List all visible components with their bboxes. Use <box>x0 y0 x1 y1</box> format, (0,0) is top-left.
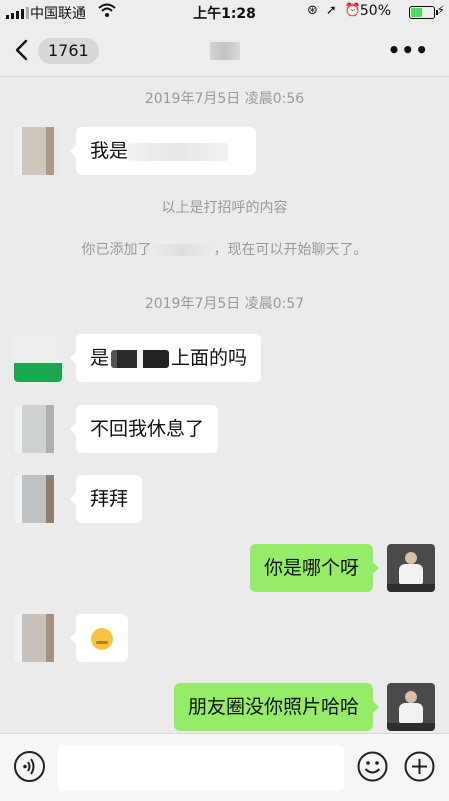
message-input[interactable] <box>58 745 344 791</box>
emoji-picker-icon[interactable] <box>357 751 388 782</box>
chat-header: 1761 ••• <box>0 24 449 77</box>
contact-name-redacted <box>210 42 240 60</box>
message-bubble-sent[interactable]: 你是哪个呀 <box>249 544 380 592</box>
contact-avatar[interactable] <box>14 334 62 382</box>
redacted-name <box>151 244 214 256</box>
message-text: 拜拜 <box>90 488 129 510</box>
status-icons: ⊛ ➚ ⏰ <box>307 3 361 18</box>
redacted-text <box>128 142 229 161</box>
more-options-icon[interactable]: ••• <box>388 38 429 62</box>
voice-input-icon[interactable] <box>14 751 45 782</box>
message-bubble[interactable]: 是 上面的吗 <box>69 334 262 382</box>
message-text: 不回我休息了 <box>90 418 205 440</box>
alarm-icon: ⏰ <box>344 3 361 18</box>
location-icon: ➚ <box>325 3 337 18</box>
back-icon[interactable] <box>12 38 34 62</box>
chat-area[interactable]: 2019年7月5日 凌晨0:56 我是 以上是打招呼的内容 你已添加了 ，现在可以… <box>0 77 449 733</box>
charging-icon: ⚡ <box>436 3 445 17</box>
smirk-emoji-icon <box>91 627 113 650</box>
message-text: 上面的吗 <box>171 347 248 369</box>
my-avatar[interactable] <box>387 683 435 731</box>
input-bar <box>0 733 449 801</box>
message-bubble[interactable]: 我是 <box>70 127 256 175</box>
message-bubble-sent[interactable]: 朋友圈没你照片哈哈 <box>173 683 380 731</box>
rotation-lock-icon: ⊛ <box>307 3 318 18</box>
message-text: 你是哪个呀 <box>263 557 359 579</box>
contact-avatar[interactable] <box>14 614 62 662</box>
timestamp: 2019年7月5日 凌晨0:57 <box>144 296 305 312</box>
system-notice: 你已添加了 ，现在可以开始聊天了。 <box>0 239 449 259</box>
system-notice-suffix: ，现在可以开始聊天了。 <box>213 242 368 258</box>
system-notice: 以上是打招呼的内容 <box>161 200 288 216</box>
unread-count-badge[interactable]: 1761 <box>38 38 99 64</box>
contact-avatar[interactable] <box>14 475 62 523</box>
battery-icon <box>409 6 438 19</box>
plus-icon[interactable] <box>404 751 435 782</box>
message-bubble[interactable]: 拜拜 <box>69 475 143 523</box>
timestamp: 2019年7月5日 凌晨0:56 <box>144 91 305 107</box>
status-bar: 中国联通 上午1:28 ⊛ ➚ ⏰ 50% ⚡ <box>0 0 449 24</box>
message-text: 朋友圈没你照片哈哈 <box>187 696 359 718</box>
message-text: 我是 <box>90 140 129 162</box>
contact-avatar[interactable] <box>14 405 62 453</box>
contact-avatar[interactable] <box>14 127 62 175</box>
system-notice-prefix: 你已添加了 <box>81 242 152 258</box>
message-bubble[interactable]: 不回我休息了 <box>69 405 219 453</box>
my-avatar[interactable] <box>387 544 435 592</box>
battery-percent: 50% <box>359 3 391 19</box>
redacted-text <box>111 349 170 368</box>
message-text: 是 <box>90 347 110 369</box>
message-bubble[interactable] <box>70 614 128 662</box>
